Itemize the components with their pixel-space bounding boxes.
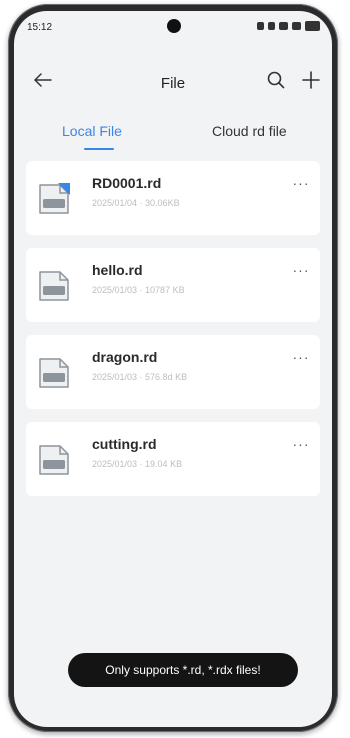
file-list-item[interactable]: dragon.rd 2025/01/03 · 576.8d KB ···: [26, 335, 320, 409]
search-button[interactable]: [261, 65, 291, 95]
more-icon[interactable]: ···: [288, 260, 314, 280]
front-camera: [167, 19, 181, 33]
file-list: RD0001.rd 2025/01/04 · 30.06KB ··· hello…: [26, 161, 320, 509]
tab-bar: Local File Cloud rd file: [14, 113, 332, 153]
search-icon: [267, 71, 285, 89]
file-name: dragon.rd: [92, 349, 158, 365]
status-time: 15:12: [27, 22, 53, 33]
toast-message: Only supports *.rd, *.rdx files!: [68, 653, 298, 687]
tab-local-file[interactable]: Local File: [62, 123, 122, 139]
file-name: cutting.rd: [92, 436, 157, 452]
plus-icon: [302, 71, 320, 89]
file-list-item[interactable]: RD0001.rd 2025/01/04 · 30.06KB ···: [26, 161, 320, 235]
battery-icon: [305, 21, 320, 31]
file-meta: 2025/01/03 · 10787 KB: [92, 285, 185, 295]
signal-icon: [292, 22, 301, 30]
add-file-button[interactable]: [296, 65, 326, 95]
settings-status-icon: [268, 22, 275, 30]
file-icon: [39, 183, 70, 214]
file-list-item[interactable]: cutting.rd 2025/01/03 · 19.04 KB ···: [26, 422, 320, 496]
more-icon[interactable]: ···: [288, 434, 314, 454]
more-icon[interactable]: ···: [288, 173, 314, 193]
file-name: hello.rd: [92, 262, 143, 278]
tab-cloud-rd-file[interactable]: Cloud rd file: [212, 123, 287, 139]
file-icon: [39, 358, 69, 388]
file-meta: 2025/01/04 · 30.06KB: [92, 198, 180, 208]
active-tab-indicator: [84, 148, 114, 150]
wifi-icon: [279, 22, 288, 30]
file-name: RD0001.rd: [92, 175, 162, 191]
app-header: File: [14, 61, 332, 101]
more-icon[interactable]: ···: [288, 347, 314, 367]
file-list-item[interactable]: hello.rd 2025/01/03 · 10787 KB ···: [26, 248, 320, 322]
status-icons: [257, 21, 320, 31]
file-meta: 2025/01/03 · 19.04 KB: [92, 459, 183, 469]
notification-icon: [257, 22, 264, 30]
file-icon: [39, 445, 69, 475]
screen: 15:12 File Local File Cloud rd file RD00…: [14, 11, 332, 727]
status-bar: 15:12: [14, 11, 332, 45]
file-icon: [39, 271, 69, 301]
file-meta: 2025/01/03 · 576.8d KB: [92, 372, 188, 382]
